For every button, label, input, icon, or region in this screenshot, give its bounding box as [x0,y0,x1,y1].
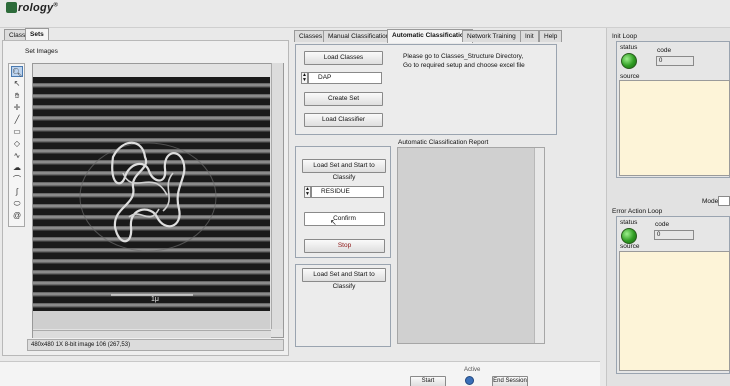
error-source-text [619,251,730,371]
freehand-line-icon[interactable]: ∫ [11,186,23,197]
mode-field[interactable] [718,196,730,206]
logo-mark-icon [6,2,17,13]
load-set-classify-button[interactable]: Load Set and Start to Classify [302,159,386,181]
pointer-icon[interactable]: ↖ [11,78,23,89]
class-spinner[interactable]: ▲ ▼ [301,72,308,84]
error-code-value: 0 [654,230,694,240]
report-label: Automatic Classification Report [398,139,489,146]
load-set-classify-button-2[interactable]: Load Set and Start to Classify [302,268,386,290]
tab-network-training[interactable]: Network Training [462,30,521,42]
set-images-label: Set Images [25,48,58,55]
result-select[interactable]: RESIDUE [311,186,384,198]
init-source-label: source [620,73,640,80]
diamond-icon[interactable]: ◇ [11,138,23,149]
tool-palette: 🔍︎ ↖ ✋︎ ✛ ╱ ▭ ◇ ∿ ☁︎ ⌒ ∫ ⬭ @ [8,63,25,227]
freehand-shape-icon[interactable]: ☁︎ [11,162,23,173]
arc-icon[interactable]: ⌒ [11,174,23,185]
error-code-label: code [655,221,670,228]
report-scrollbar[interactable] [534,148,544,343]
load-classes-button[interactable]: Load Classes [304,51,383,65]
main-tab-bar: Classes Manual Classification Automatic … [294,29,563,43]
image-vertical-scrollbar[interactable] [271,63,283,329]
stop-button[interactable]: Stop [304,239,385,253]
classification-report [397,147,545,344]
top-bar [0,20,730,28]
mouse-cursor-icon: ↖ [330,218,337,227]
mode-label: Mode [702,198,719,205]
instructions-text: Please go to Classes_Structure Directory… [403,53,525,69]
spiral-icon[interactable]: @ [11,210,23,221]
init-code-value: 0 [656,56,694,66]
polyline-icon[interactable]: ∿ [11,150,23,161]
confirm-button[interactable]: Confirm [304,212,385,226]
error-status-label: status [620,219,638,226]
load-classifier-button[interactable]: Load Classifier [304,113,383,127]
error-status-led-icon [621,228,637,244]
active-label: Active [464,367,481,373]
rectangle-icon[interactable]: ▭ [11,126,23,137]
image-horizontal-scrollbar[interactable] [33,330,271,338]
crosshair-icon[interactable]: ✛ [11,102,23,113]
tab-manual-classification[interactable]: Manual Classification [323,30,395,42]
error-source-label: source [620,243,640,250]
create-set-button[interactable]: Create Set [304,92,383,106]
line-icon[interactable]: ╱ [11,114,23,125]
error-loop-title: Error Action Loop [612,208,663,215]
active-indicator-icon [465,376,474,385]
result-spinner[interactable]: ▲ ▼ [304,186,311,198]
hand-icon[interactable]: ✋︎ [11,90,23,101]
end-session-button[interactable]: End Session [492,376,528,386]
class-select[interactable]: DAP [308,72,382,84]
scale-bar-label: 1μ [151,296,159,303]
zoom-icon[interactable]: 🔍︎ [11,66,23,77]
init-status-label: status [620,44,638,51]
start-session-button[interactable]: Start Session [410,376,446,386]
init-source-text [619,80,730,176]
image-status-bar: 480x480 1X 8-bit image 106 (267,53) [27,339,284,351]
tab-help[interactable]: Help [539,30,563,42]
tab-automatic-classification[interactable]: Automatic Classification [387,29,473,43]
tab-init[interactable]: Init [520,30,539,42]
app-logo: rology® [6,2,58,16]
ellipse-icon[interactable]: ⬭ [11,198,23,209]
init-code-label: code [657,47,672,54]
init-status-led-icon [621,53,637,69]
image-lower-area [33,311,270,329]
init-loop-title: Init Loop [612,33,637,40]
sem-image[interactable]: 1μ [33,77,270,311]
defect-overlay [79,141,217,296]
